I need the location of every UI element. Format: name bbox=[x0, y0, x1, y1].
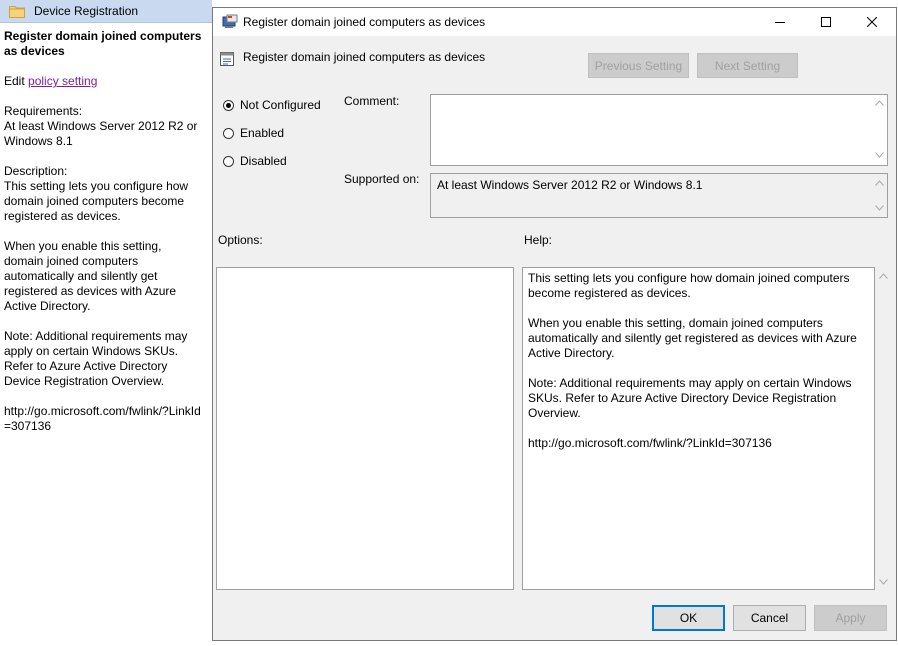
policy-icon bbox=[222, 14, 238, 30]
comment-label: Comment: bbox=[344, 94, 400, 108]
description-paragraph-3: Note: Additional requirements may apply … bbox=[4, 329, 188, 388]
requirements-heading: Requirements: bbox=[4, 104, 83, 118]
edit-line: Edit policy setting bbox=[4, 74, 204, 89]
radio-disabled-label: Disabled bbox=[240, 154, 287, 168]
help-text: This setting lets you configure how doma… bbox=[528, 271, 868, 466]
explain-pane-header: Device Registration bbox=[0, 0, 212, 23]
setting-icon bbox=[219, 51, 235, 67]
help-paragraph-2: When you enable this setting, domain joi… bbox=[528, 316, 857, 360]
scroll-down-icon[interactable] bbox=[875, 205, 884, 211]
description-text: This setting lets you configure how doma… bbox=[4, 179, 189, 223]
help-paragraph-4: http://go.microsoft.com/fwlink/?LinkId=3… bbox=[528, 436, 772, 450]
setting-title: Register domain joined computers as devi… bbox=[243, 50, 486, 64]
cancel-button[interactable]: Cancel bbox=[733, 605, 806, 631]
help-paragraph-1: This setting lets you configure how doma… bbox=[528, 271, 850, 300]
explain-pane-content: Register domain joined computers as devi… bbox=[4, 29, 204, 449]
folder-icon bbox=[9, 4, 25, 18]
options-panel bbox=[216, 267, 514, 590]
radio-not-configured[interactable]: Not Configured bbox=[223, 98, 321, 112]
supported-on-field: At least Windows Server 2012 R2 or Windo… bbox=[430, 173, 888, 218]
radio-button-selected[interactable] bbox=[223, 99, 234, 111]
next-setting-button[interactable]: Next Setting bbox=[697, 53, 798, 78]
description-block: Description: This setting lets you confi… bbox=[4, 164, 204, 224]
help-paragraph-3: Note: Additional requirements may apply … bbox=[528, 376, 852, 420]
radio-enabled[interactable]: Enabled bbox=[223, 126, 284, 140]
close-button[interactable] bbox=[849, 8, 895, 36]
apply-button[interactable]: Apply bbox=[814, 605, 887, 631]
edit-policy-setting-link[interactable]: policy setting bbox=[28, 74, 97, 88]
help-label: Help: bbox=[524, 233, 553, 247]
radio-dot bbox=[226, 102, 231, 108]
ok-button[interactable]: OK bbox=[652, 605, 725, 631]
close-icon bbox=[867, 17, 877, 27]
supported-on-label: Supported on: bbox=[344, 172, 420, 186]
scroll-down-icon[interactable] bbox=[879, 579, 888, 585]
policy-title: Register domain joined computers as devi… bbox=[4, 29, 202, 58]
scroll-up-icon[interactable] bbox=[875, 180, 884, 186]
radio-disabled[interactable]: Disabled bbox=[223, 154, 287, 168]
description-url: http://go.microsoft.com/fwlink/?LinkId=3… bbox=[4, 404, 201, 433]
title-bar[interactable]: Register domain joined computers as devi… bbox=[213, 8, 896, 36]
scroll-up-icon[interactable] bbox=[875, 100, 884, 106]
maximize-icon bbox=[821, 17, 831, 27]
explain-pane-title: Device Registration bbox=[34, 4, 139, 18]
edit-prefix: Edit bbox=[4, 74, 29, 88]
requirements-block: Requirements: At least Windows Server 20… bbox=[4, 104, 204, 149]
description-heading: Description: bbox=[4, 164, 68, 178]
dialog-title: Register domain joined computers as devi… bbox=[243, 15, 486, 29]
radio-button[interactable] bbox=[223, 127, 234, 139]
policy-dialog: Register domain joined computers as devi… bbox=[212, 7, 897, 641]
minimize-icon bbox=[775, 22, 785, 23]
requirements-text: At least Windows Server 2012 R2 or Windo… bbox=[4, 119, 198, 148]
radio-not-configured-label: Not Configured bbox=[240, 98, 321, 112]
radio-button[interactable] bbox=[223, 155, 234, 167]
supported-on-value: At least Windows Server 2012 R2 or Windo… bbox=[437, 178, 703, 192]
minimize-button[interactable] bbox=[757, 8, 803, 36]
help-panel[interactable]: This setting lets you configure how doma… bbox=[522, 267, 875, 590]
description-paragraph-2: When you enable this setting, domain joi… bbox=[4, 239, 177, 313]
scroll-down-icon[interactable] bbox=[875, 152, 884, 158]
scroll-up-icon[interactable] bbox=[879, 273, 888, 279]
explain-pane: Device Registration Register domain join… bbox=[0, 0, 212, 646]
maximize-button[interactable] bbox=[803, 8, 849, 36]
radio-enabled-label: Enabled bbox=[240, 126, 285, 140]
previous-setting-button[interactable]: Previous Setting bbox=[588, 53, 689, 78]
comment-textarea[interactable] bbox=[430, 94, 888, 166]
options-label: Options: bbox=[218, 233, 263, 247]
